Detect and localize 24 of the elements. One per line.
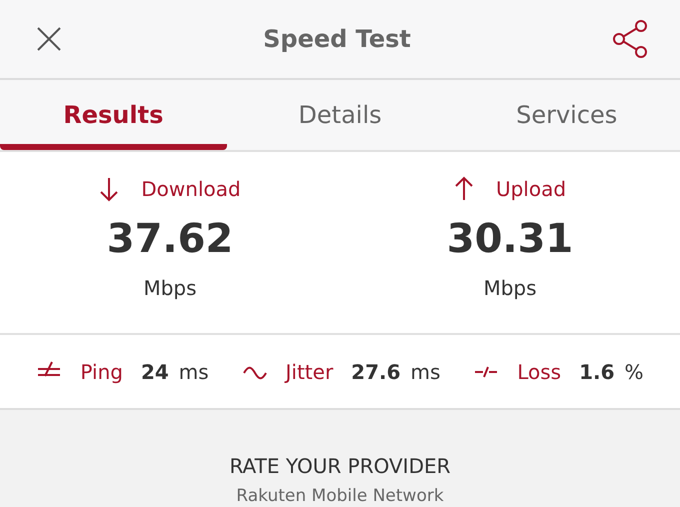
tab[interactable]: Details (226, 80, 454, 150)
metric-value: 27.6 (351, 360, 401, 384)
provider-name: Rakuten Mobile Network (236, 486, 444, 506)
tab[interactable]: Services (453, 80, 680, 150)
metric-unit: ms (178, 360, 209, 384)
up-arrow-icon (454, 176, 474, 202)
section-heading: RATE YOUR PROVIDER (229, 454, 451, 478)
metric-value: 24 (140, 360, 169, 384)
speed-value: 30.31 (446, 216, 574, 262)
metric-unit: ms (410, 360, 440, 384)
speed-value: 37.62 (106, 216, 234, 262)
metric-label: Loss (517, 360, 562, 384)
close-button[interactable] (36, 26, 62, 52)
speed-label: Download (141, 177, 241, 201)
screen-title: Speed Test (263, 25, 411, 53)
speed-label: Upload (496, 177, 566, 201)
metric-label: Jitter (286, 360, 334, 384)
metric-unit: % (624, 360, 644, 384)
down-arrow-icon (99, 176, 120, 202)
speed-unit: Mbps (143, 276, 197, 300)
speed-unit: Mbps (483, 276, 537, 300)
metric-label: Ping (80, 360, 123, 384)
share-button[interactable] (612, 19, 650, 59)
metric-value: 1.6 (579, 360, 615, 384)
